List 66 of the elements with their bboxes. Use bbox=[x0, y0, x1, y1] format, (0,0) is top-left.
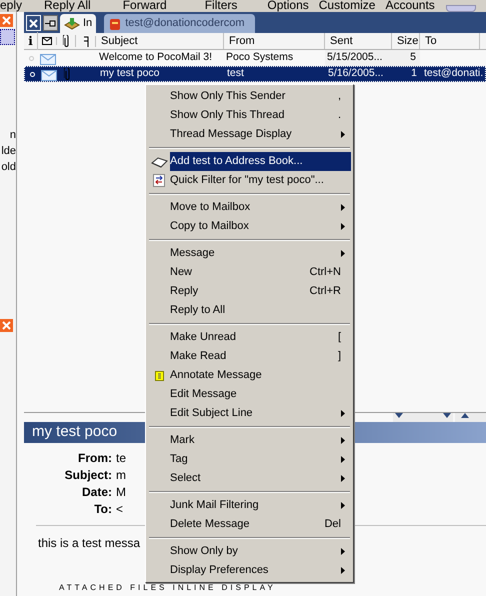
message-row[interactable]: my test poco test 5/16/2005... 1 test@donati. bbox=[24, 66, 486, 82]
toolbar-button[interactable]: Customize bbox=[318, 0, 376, 12]
menu-item[interactable]: Show Only This Thread . bbox=[148, 106, 351, 125]
toolbar-button[interactable]: Reply All bbox=[44, 0, 91, 12]
field-label: From: bbox=[77, 450, 112, 466]
shortcut-label: [ bbox=[338, 330, 342, 346]
menu-item[interactable]: Make Read ] bbox=[148, 347, 351, 366]
folder-label[interactable]: lde bbox=[1, 143, 16, 159]
to-cell-text: test@donati. bbox=[423, 66, 484, 82]
subject-cell: Welcome to PocoMail 3! bbox=[99, 51, 212, 64]
field-value: te bbox=[115, 450, 126, 466]
field-label: To: bbox=[93, 500, 112, 518]
menu-item[interactable]: Move to Mailbox bbox=[148, 198, 351, 217]
field-label: Date: bbox=[80, 484, 112, 500]
menu-item[interactable]: Junk Mail Filtering bbox=[148, 496, 351, 515]
menu-item[interactable]: Make Unread [ bbox=[148, 328, 351, 347]
menu-item[interactable]: Edit Subject Line bbox=[148, 404, 351, 423]
menu-item[interactable]: Thread Message Display bbox=[148, 125, 351, 144]
shortcut-label: Ctrl+N bbox=[310, 265, 342, 280]
menu-item[interactable]: Reply to All bbox=[148, 301, 351, 320]
toolbar-button[interactable]: Forward bbox=[122, 0, 167, 12]
field-value: M bbox=[115, 484, 126, 500]
menu-item[interactable]: Delete Message Del bbox=[148, 515, 351, 534]
menu-item[interactable]: Select bbox=[148, 469, 351, 488]
mailbox-tab[interactable]: In bbox=[60, 14, 96, 33]
column-header-cell[interactable]: Size bbox=[392, 32, 420, 50]
sent-cell: 5/15/2005... bbox=[325, 50, 392, 66]
from-cell: Poco Systems bbox=[226, 51, 294, 64]
field-value: < bbox=[115, 500, 124, 518]
folder-label[interactable]: old bbox=[1, 159, 16, 175]
size-cell: 5 bbox=[392, 50, 420, 66]
shortcut-label: Del bbox=[324, 517, 342, 532]
menu-item[interactable]: Message bbox=[148, 244, 351, 263]
mailbox-tab[interactable]: test@donationcodercom bbox=[104, 14, 255, 33]
menu-item[interactable]: Display Preferences bbox=[148, 561, 351, 580]
toolbar-button[interactable]: eply bbox=[0, 0, 22, 12]
menu-item[interactable]: New Ctrl+N bbox=[148, 263, 351, 282]
toolbar-button[interactable]: Accounts bbox=[385, 0, 435, 12]
menu-item[interactable]: Annotate Message bbox=[148, 366, 351, 385]
menu-item[interactable]: Show Only by bbox=[148, 542, 351, 561]
menu-item[interactable]: Tag bbox=[148, 450, 351, 469]
from-cell: test bbox=[227, 67, 244, 80]
folder-label[interactable]: n bbox=[10, 127, 16, 143]
menu-item[interactable]: Add test to Address Book... bbox=[148, 152, 351, 171]
field-label: Subject: bbox=[64, 466, 112, 484]
menu-item[interactable]: Edit Message bbox=[148, 385, 351, 404]
shortcut-label: , bbox=[338, 89, 342, 104]
column-header-cell[interactable]: Subject bbox=[96, 32, 224, 50]
menu-item[interactable]: Reply Ctrl+R bbox=[148, 282, 351, 301]
menu-item[interactable]: Copy to Mailbox bbox=[148, 217, 351, 236]
subject-cell: my test poco bbox=[100, 67, 160, 80]
column-header-cell[interactable]: From bbox=[224, 32, 325, 50]
shortcut-label: Ctrl+R bbox=[310, 284, 342, 300]
menu-item[interactable]: Quick Filter for "my test poco"... bbox=[148, 171, 351, 190]
menu-item[interactable]: Show Only This Sender , bbox=[148, 87, 351, 106]
sent-cell-text: 5/16/2005... bbox=[327, 66, 384, 82]
size-cell-text: 1 bbox=[410, 66, 418, 82]
field-value: m bbox=[115, 466, 126, 484]
message-body: this is a test messa bbox=[38, 535, 140, 552]
shortcut-label: ] bbox=[338, 349, 342, 364]
column-header-cell[interactable]: Sent bbox=[325, 32, 392, 50]
shortcut-label: . bbox=[338, 108, 342, 124]
toolbar-button[interactable]: Filters bbox=[204, 0, 238, 12]
toolbar-button[interactable]: Options bbox=[267, 0, 309, 12]
attachments-heading: ATTACHED FILES INLINE DISPLAY bbox=[59, 582, 276, 594]
column-header-cell[interactable]: To bbox=[420, 32, 480, 50]
